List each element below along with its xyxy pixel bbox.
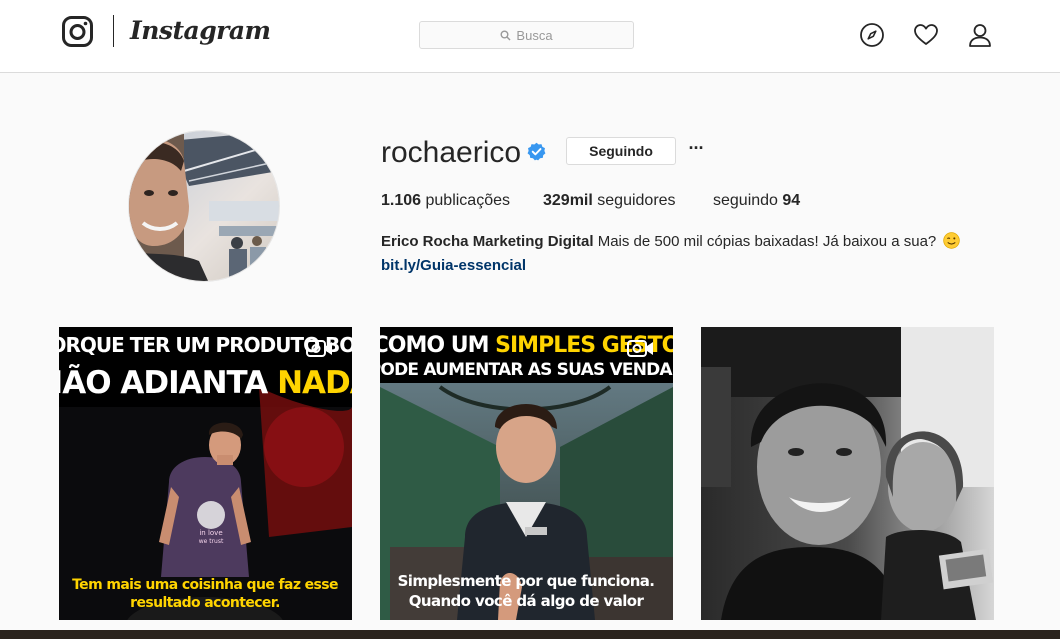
followers-count-label: seguidores	[597, 192, 676, 209]
post-1-shirt-text-1: in love	[199, 529, 222, 537]
heart-icon[interactable]	[913, 22, 939, 48]
post-1-title-line-2: NÃO ADIANTA NADA	[59, 364, 352, 401]
post-tile-2[interactable]: COMO UM SIMPLES GESTO PODE AUMENTAR AS S…	[380, 327, 673, 620]
followers-count-value: 329mil	[543, 192, 593, 209]
post-1-shirt-text-2: we trust	[199, 538, 224, 545]
instagram-glyph-icon[interactable]	[62, 16, 93, 47]
verified-badge-icon	[527, 142, 546, 161]
profile-username: rochaerico	[381, 136, 522, 169]
top-navigation-bar: Instagram Busca	[0, 0, 1060, 73]
profile-avatar[interactable]	[128, 130, 280, 282]
post-2-caption-line-2: Quando você dá algo de valor	[409, 592, 645, 610]
more-options-icon[interactable]: ···	[684, 136, 708, 164]
search-input[interactable]: Busca	[419, 21, 634, 49]
post-1-caption-line-2: resultado acontecer.	[130, 595, 280, 611]
bio-external-link[interactable]: bit.ly/Guia-essencial	[381, 255, 526, 277]
bio-text: Mais de 500 mil cópias baixadas! Já baix…	[597, 233, 937, 250]
post-2-caption-line-1: Simplesmente por que funciona.	[398, 572, 655, 590]
post-1-thumbnail: in love we trust PORQUE TER UM PRODUTO B…	[59, 327, 352, 620]
post-1-caption-line-1: Tem mais uma coisinha que faz esse	[72, 577, 338, 593]
following-button[interactable]: Seguindo	[566, 137, 676, 165]
profile-bio: Erico Rocha Marketing Digital Mais de 50…	[381, 231, 961, 253]
instagram-wordmark[interactable]: Instagram	[130, 14, 271, 48]
winking-face-emoji-icon	[943, 232, 961, 249]
compass-icon[interactable]	[859, 22, 885, 48]
posts-count: 1.106 publicações	[381, 191, 510, 211]
followers-count[interactable]: 329mil seguidores	[543, 191, 676, 211]
posts-count-value: 1.106	[381, 192, 422, 209]
post-tile-3[interactable]	[701, 327, 994, 620]
post-2-title-line-2: PODE AUMENTAR AS SUAS VENDAS	[380, 360, 673, 380]
bio-full-name: Erico Rocha Marketing Digital	[381, 233, 594, 250]
post-2-thumbnail: COMO UM SIMPLES GESTO PODE AUMENTAR AS S…	[380, 327, 673, 620]
post-3-thumbnail	[701, 327, 994, 620]
post-tile-1[interactable]: in love we trust PORQUE TER UM PRODUTO B…	[59, 327, 352, 620]
avatar-photo	[129, 131, 279, 281]
search-placeholder: Busca	[516, 27, 553, 43]
following-count[interactable]: seguindo 94	[713, 191, 800, 211]
logo-divider	[113, 15, 114, 47]
search-icon	[500, 30, 511, 41]
following-count-label: seguindo	[713, 192, 778, 209]
post-1-title-line-1: PORQUE TER UM PRODUTO BOM	[59, 333, 352, 357]
posts-count-label: publicações	[425, 192, 511, 209]
following-count-value: 94	[782, 192, 801, 209]
person-icon[interactable]	[967, 22, 993, 48]
next-row-preview	[0, 630, 1060, 639]
